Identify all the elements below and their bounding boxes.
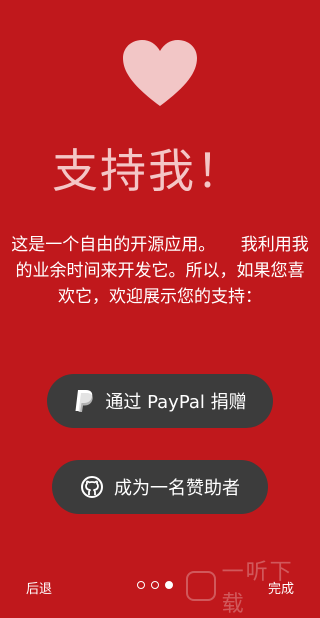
watermark-logo bbox=[186, 571, 216, 601]
heart-icon bbox=[123, 40, 197, 106]
page-dot bbox=[151, 581, 159, 589]
sponsor-button-label: 成为一名赞助者 bbox=[114, 478, 240, 499]
page-dot-active bbox=[165, 581, 173, 589]
page-title: 支持我！ bbox=[52, 144, 244, 198]
support-description: 这是一个自由的开源应用。 我利用我的业余时间来开发它。所以，如果您喜欢它，欢迎展… bbox=[11, 235, 309, 307]
become-sponsor-button[interactable]: 成为一名赞助者 bbox=[52, 460, 268, 514]
paypal-button-label: 通过 PayPal 捐赠 bbox=[105, 392, 247, 413]
page-dot bbox=[137, 581, 145, 589]
footer-nav: 后退 完成 一听下载 bbox=[0, 560, 320, 617]
watermark: 一听下载 bbox=[186, 560, 316, 617]
paypal-donate-button[interactable]: 通过 PayPal 捐赠 bbox=[47, 374, 273, 428]
github-icon bbox=[80, 475, 104, 499]
page-indicator bbox=[137, 581, 173, 589]
paypal-icon bbox=[73, 389, 95, 413]
back-button[interactable]: 后退 bbox=[26, 578, 52, 597]
watermark-text: 一听下载 bbox=[221, 560, 294, 617]
